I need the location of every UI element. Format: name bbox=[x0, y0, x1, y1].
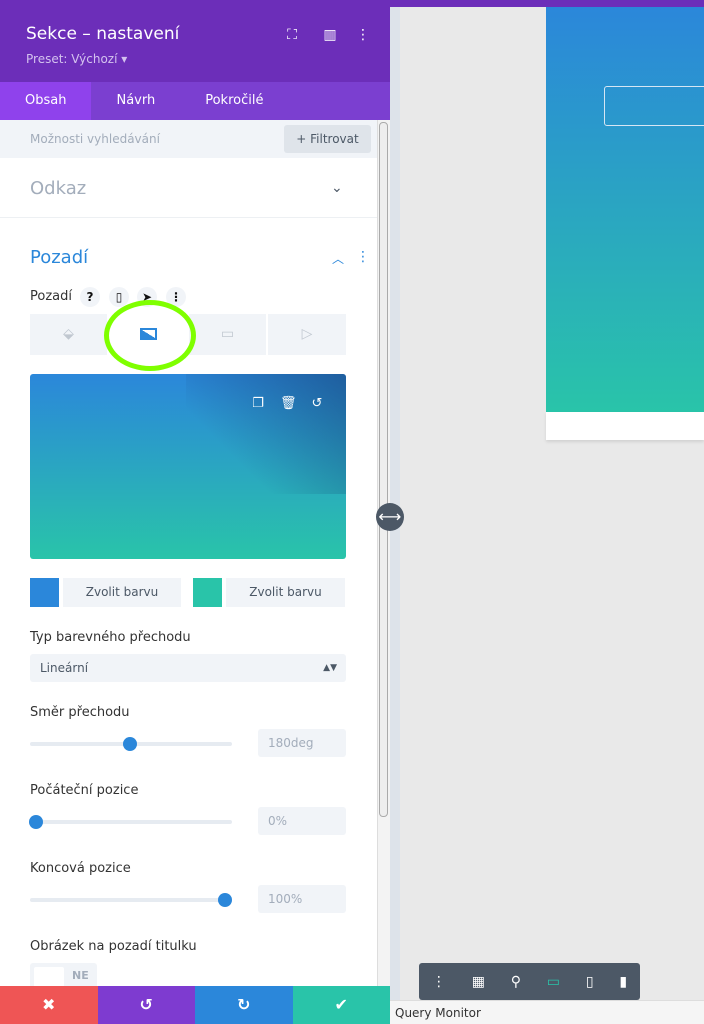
preview-input[interactable] bbox=[604, 86, 704, 126]
bg-color-tab[interactable]: ⬙ bbox=[30, 314, 107, 355]
section-menu-icon[interactable]: ⋮ bbox=[356, 249, 370, 265]
panel-header: Sekce – nastavení Preset: Výchozí ▾ ⛶ ▥ … bbox=[0, 0, 390, 82]
split-view-icon[interactable]: ▥ bbox=[321, 26, 339, 44]
direction-input[interactable]: 180deg bbox=[258, 729, 346, 757]
start-position-input[interactable]: 0% bbox=[258, 807, 346, 835]
paint-bucket-icon: ⬙ bbox=[63, 326, 74, 342]
panel-actions: ✖ ↺ ↻ ✔ bbox=[0, 986, 390, 1024]
gradient-preview bbox=[30, 374, 346, 559]
choose-color-start-button[interactable]: Zvolit barvu bbox=[63, 578, 181, 607]
settings-panel: Sekce – nastavení Preset: Výchozí ▾ ⛶ ▥ … bbox=[0, 0, 390, 1024]
background-label: Pozadí bbox=[30, 289, 72, 304]
chevron-down-icon[interactable]: ⌄ bbox=[331, 180, 343, 196]
gradient-type-value: Lineární bbox=[40, 661, 89, 675]
filter-button[interactable]: + Filtrovat bbox=[284, 125, 371, 153]
start-position-slider-handle[interactable] bbox=[29, 815, 43, 829]
tablet-icon[interactable]: ▯ bbox=[586, 974, 594, 990]
view-toolbar: ⋮ ▦ ⚲ ▭ ▯ ▮ bbox=[419, 963, 640, 1000]
color-swatch-start[interactable] bbox=[30, 578, 59, 607]
section-preview[interactable] bbox=[546, 7, 704, 412]
section-pozadi[interactable]: Pozadí bbox=[30, 247, 88, 268]
preset-dropdown[interactable]: Preset: Výchozí ▾ bbox=[26, 52, 127, 66]
query-monitor-bar: Query Monitor bbox=[390, 1000, 704, 1024]
query-monitor-link[interactable]: Query Monitor bbox=[395, 1006, 481, 1020]
tab-navrh[interactable]: Návrh bbox=[91, 82, 180, 120]
tab-obsah[interactable]: Obsah bbox=[0, 82, 92, 120]
more-icon[interactable]: ⋮ bbox=[432, 974, 446, 990]
save-button[interactable]: ✔ bbox=[292, 986, 390, 1024]
start-position-slider[interactable] bbox=[30, 820, 232, 824]
reset-icon[interactable]: ↺ bbox=[309, 396, 325, 411]
bg-video-tab[interactable]: ▷ bbox=[268, 314, 346, 355]
direction-label: Směr přechodu bbox=[30, 705, 130, 720]
end-position-input[interactable]: 100% bbox=[258, 885, 346, 913]
redo-button[interactable]: ↻ bbox=[195, 986, 293, 1024]
title-image-label: Obrázek na pozadí titulku bbox=[30, 939, 197, 954]
cancel-button[interactable]: ✖ bbox=[0, 986, 98, 1024]
phone-icon[interactable]: ▮ bbox=[619, 974, 627, 990]
video-icon: ▷ bbox=[301, 326, 313, 342]
divider bbox=[0, 217, 378, 218]
start-position-label: Počáteční pozice bbox=[30, 783, 139, 798]
highlight-circle bbox=[104, 300, 196, 371]
fullscreen-icon[interactable]: ⛶ bbox=[283, 26, 301, 44]
trash-icon[interactable]: 🗑 bbox=[280, 396, 297, 411]
panel-tabs: Obsah Návrh Pokročilé bbox=[0, 82, 390, 120]
image-icon: ▭ bbox=[220, 326, 235, 342]
layout-icon[interactable]: ▦ bbox=[472, 974, 485, 990]
tab-pokrocile[interactable]: Pokročilé bbox=[180, 82, 288, 120]
end-position-label: Koncová pozice bbox=[30, 861, 131, 876]
gradient-type-select[interactable]: Lineární ▲▼ bbox=[30, 654, 346, 682]
chevron-up-icon[interactable]: ︿ bbox=[332, 250, 344, 267]
zoom-icon[interactable]: ⚲ bbox=[511, 974, 521, 990]
help-icon[interactable]: ? bbox=[80, 287, 100, 307]
gradient-type-label: Typ barevného přechodu bbox=[30, 630, 191, 645]
panel-scrollbar[interactable] bbox=[377, 120, 390, 986]
toggle-value: NE bbox=[72, 969, 89, 982]
end-position-slider[interactable] bbox=[30, 898, 232, 902]
preview-footer bbox=[546, 412, 704, 440]
color-swatch-end[interactable] bbox=[193, 578, 222, 607]
bg-image-tab[interactable]: ▭ bbox=[189, 314, 266, 355]
choose-color-end-button[interactable]: Zvolit barvu bbox=[226, 578, 345, 607]
direction-slider-handle[interactable] bbox=[123, 737, 137, 751]
panel-title: Sekce – nastavení bbox=[26, 24, 180, 44]
undo-button[interactable]: ↺ bbox=[97, 986, 195, 1024]
more-options-icon[interactable]: ⋮ bbox=[354, 26, 372, 44]
end-position-slider-handle[interactable] bbox=[218, 893, 232, 907]
resize-handle-icon[interactable]: ⟷ bbox=[376, 503, 404, 531]
desktop-icon[interactable]: ▭ bbox=[547, 974, 560, 990]
duplicate-icon[interactable]: ❐ bbox=[250, 396, 266, 411]
select-arrows-icon: ▲▼ bbox=[323, 663, 337, 673]
section-odkaz[interactable]: Odkaz bbox=[30, 178, 86, 199]
top-admin-bar bbox=[390, 0, 704, 7]
search-input[interactable]: Možnosti vyhledávání bbox=[30, 132, 160, 146]
